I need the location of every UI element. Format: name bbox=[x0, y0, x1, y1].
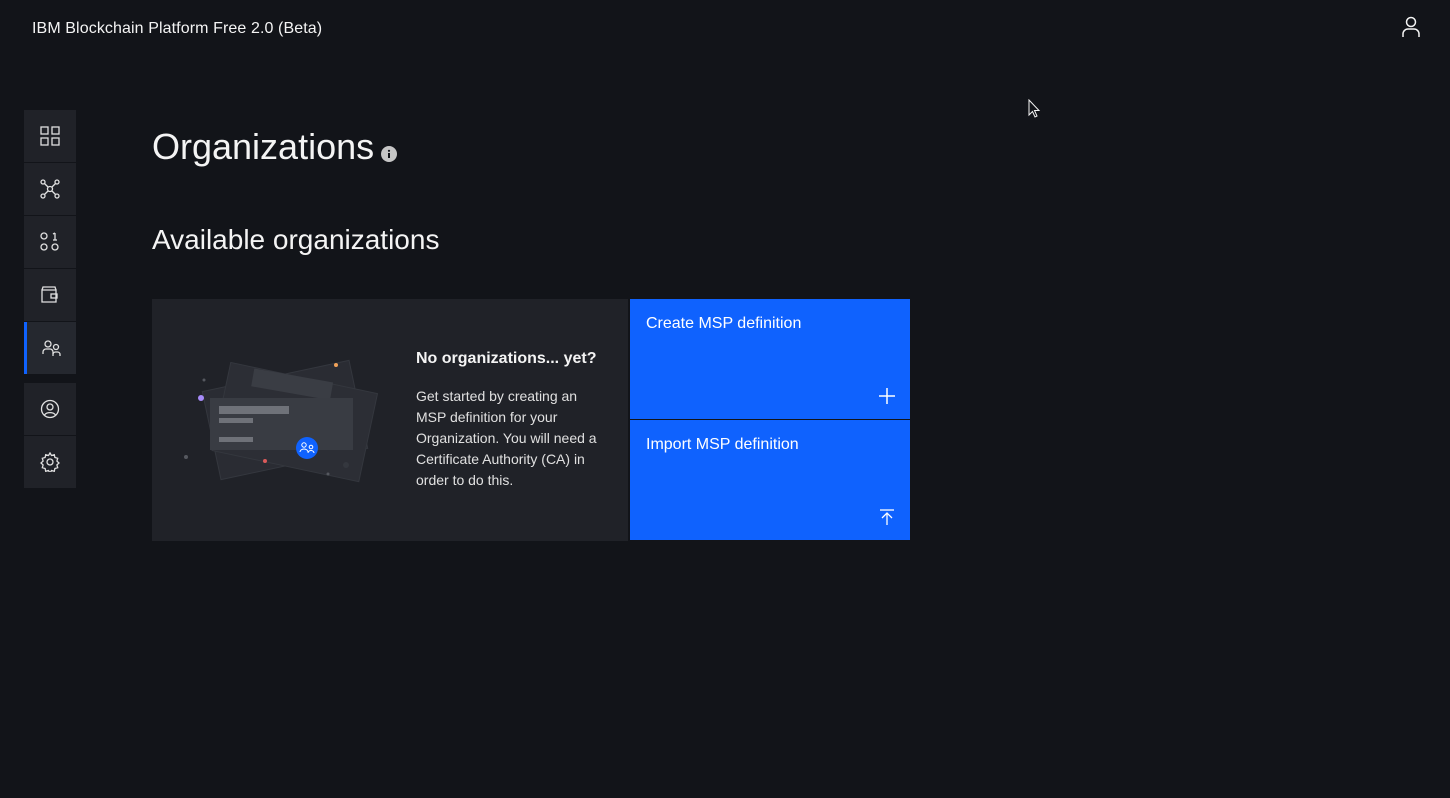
sidebar-item-organizations[interactable] bbox=[24, 322, 76, 374]
user-profile-icon bbox=[40, 399, 60, 419]
left-sidebar bbox=[24, 110, 76, 489]
network-nodes-icon bbox=[40, 179, 60, 199]
dashboard-grid-icon bbox=[40, 126, 60, 146]
page-title: Organizations bbox=[152, 126, 375, 167]
empty-state-text: Get started by creating an MSP definitio… bbox=[416, 388, 597, 488]
user-account-button[interactable] bbox=[1396, 12, 1426, 42]
section-title: Available organizations bbox=[152, 224, 440, 255]
sidebar-item-settings[interactable] bbox=[24, 436, 76, 488]
sidebar-item-smart-contracts[interactable] bbox=[24, 216, 76, 268]
wallet-icon bbox=[41, 286, 58, 303]
upload-icon bbox=[880, 509, 894, 525]
sidebar-item-users[interactable] bbox=[24, 383, 76, 435]
organizations-illustration bbox=[184, 359, 379, 483]
sidebar-item-wallet[interactable] bbox=[24, 269, 76, 321]
sidebar-item-overview[interactable] bbox=[24, 110, 76, 162]
empty-state-heading: No organizations... yet? bbox=[416, 350, 597, 367]
user-icon bbox=[1402, 16, 1420, 37]
app-title: IBM Blockchain Platform Free 2.0 (Beta) bbox=[32, 20, 323, 37]
import-msp-definition-button[interactable]: Import MSP definition bbox=[630, 420, 910, 540]
organizations-icon bbox=[41, 340, 61, 356]
info-icon[interactable] bbox=[381, 146, 397, 162]
settings-gear-icon bbox=[40, 452, 60, 472]
import-msp-label: Import MSP definition bbox=[646, 436, 799, 453]
empty-state-card: No organizations... yet? Get started by … bbox=[152, 299, 628, 541]
mouse-pointer-icon bbox=[1028, 99, 1041, 118]
add-icon bbox=[879, 388, 895, 404]
create-msp-definition-button[interactable]: Create MSP definition bbox=[630, 299, 910, 419]
sidebar-item-nodes[interactable] bbox=[24, 163, 76, 215]
top-bar: IBM Blockchain Platform Free 2.0 (Beta) bbox=[0, 0, 1450, 60]
create-msp-label: Create MSP definition bbox=[646, 315, 802, 332]
smart-contracts-icon bbox=[40, 232, 59, 251]
